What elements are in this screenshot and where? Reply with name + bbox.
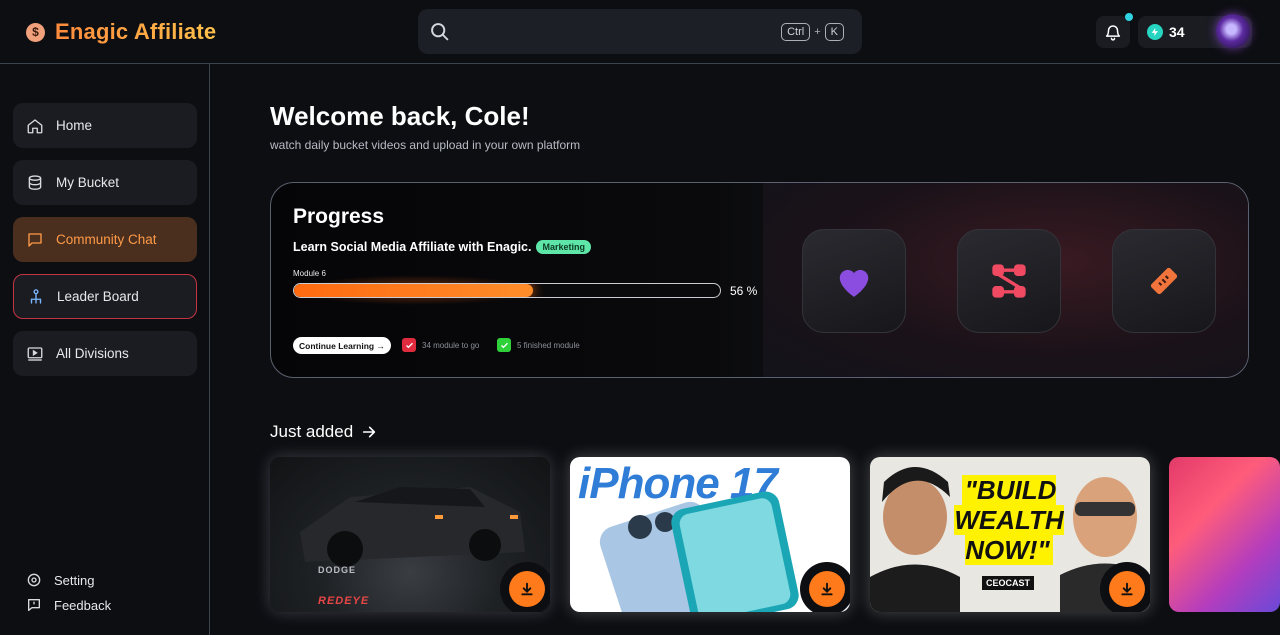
notifications-button[interactable] bbox=[1096, 13, 1133, 48]
nodes-icon bbox=[992, 264, 1026, 298]
to-go-label: 34 module to go bbox=[422, 340, 480, 350]
course-name: Learn Social Media Affiliate with Enagic… bbox=[293, 240, 532, 254]
finished-modules: 5 finished module bbox=[497, 338, 580, 352]
welcome-subtitle: watch daily bucket videos and upload in … bbox=[270, 138, 581, 152]
search-icon bbox=[431, 23, 449, 41]
sidebar-item-label: Feedback bbox=[54, 597, 112, 613]
continue-learning-button[interactable]: Continue Learning → bbox=[293, 337, 391, 354]
brand[interactable]: $ Enagic Affiliate bbox=[26, 19, 216, 45]
video-card-abstract[interactable] bbox=[1169, 457, 1280, 612]
sidebar: Home My Bucket Community Chat Leader Boa… bbox=[0, 64, 210, 635]
download-button[interactable] bbox=[1109, 571, 1145, 607]
sidebar-item-feedback[interactable]: Feedback bbox=[26, 597, 111, 613]
notification-dot bbox=[1125, 13, 1133, 21]
download-icon bbox=[521, 582, 533, 596]
search-shortcut: Ctrl + K bbox=[781, 23, 844, 41]
check-icon bbox=[402, 338, 416, 352]
nodes-tile bbox=[957, 229, 1061, 333]
heart-tile bbox=[802, 229, 906, 333]
video-caption: "BUILD WEALTH NOW!" bbox=[954, 475, 1064, 565]
home-icon bbox=[27, 118, 43, 133]
sidebar-item-label: All Divisions bbox=[56, 346, 129, 361]
shortcut-ctrl: Ctrl bbox=[781, 23, 811, 41]
download-button-wrap bbox=[500, 562, 550, 612]
video-caption-text: "BUILD WEALTH NOW!" bbox=[954, 475, 1064, 565]
course-tag: Marketing bbox=[536, 240, 591, 254]
sidebar-item-label: Leader Board bbox=[57, 289, 139, 304]
modules-to-go: 34 module to go bbox=[402, 338, 479, 352]
settings-icon bbox=[27, 573, 41, 587]
download-button[interactable] bbox=[809, 571, 845, 607]
progress-bar bbox=[293, 283, 721, 298]
download-button-wrap bbox=[800, 562, 850, 612]
search-input[interactable] bbox=[462, 17, 762, 45]
download-button[interactable] bbox=[509, 571, 545, 607]
video-icon bbox=[27, 346, 43, 361]
brand-name: Enagic Affiliate bbox=[55, 19, 217, 44]
leaderboard-icon bbox=[30, 288, 42, 304]
feedback-icon bbox=[28, 599, 40, 611]
lightning-icon bbox=[1147, 24, 1163, 40]
video-card-iphone[interactable]: iPhone 17 bbox=[570, 457, 850, 612]
video-card-dodge[interactable]: DODGE REDEYE bbox=[270, 457, 550, 612]
sidebar-item-leader-board[interactable]: Leader Board bbox=[13, 274, 197, 319]
sidebar-item-setting[interactable]: Setting bbox=[26, 572, 94, 588]
sidebar-item-home[interactable]: Home bbox=[13, 103, 197, 148]
download-icon bbox=[1121, 582, 1133, 596]
video-caption: DODGE bbox=[318, 565, 357, 575]
download-icon bbox=[821, 582, 833, 596]
progress-illustration bbox=[763, 183, 1248, 377]
bell-icon bbox=[1105, 25, 1121, 41]
heart-icon bbox=[839, 269, 869, 297]
video-caption: REDEYE bbox=[318, 595, 370, 607]
video-card-build-wealth[interactable]: "BUILD WEALTH NOW!" CEOCAST bbox=[870, 457, 1150, 612]
just-added-title: Just added bbox=[270, 422, 354, 441]
sidebar-item-label: My Bucket bbox=[56, 175, 120, 190]
dollar-icon: $ bbox=[26, 22, 45, 42]
search-bar[interactable]: Ctrl + K bbox=[418, 9, 862, 54]
welcome-heading: Welcome back, Cole! bbox=[270, 101, 530, 131]
sidebar-item-label: Community Chat bbox=[56, 232, 157, 247]
sidebar-item-my-bucket[interactable]: My Bucket bbox=[13, 160, 197, 205]
database-icon bbox=[28, 174, 42, 190]
top-bar: $ Enagic Affiliate Ctrl + K 34 bbox=[0, 0, 1280, 64]
shortcut-key: K bbox=[824, 23, 844, 41]
progress-card: Progress Learn Social Media Affiliate wi… bbox=[270, 182, 1249, 378]
points-value: 34 bbox=[1169, 24, 1185, 40]
sidebar-item-community-chat[interactable]: Community Chat bbox=[13, 217, 197, 262]
ruler-icon bbox=[1150, 267, 1178, 295]
arrow-right-icon bbox=[363, 426, 376, 438]
chat-icon bbox=[28, 232, 42, 247]
progress-percent: 56 % bbox=[730, 284, 758, 298]
check-icon bbox=[497, 338, 511, 352]
sidebar-item-label: Home bbox=[56, 118, 93, 133]
ruler-tile bbox=[1112, 229, 1216, 333]
progress-bar-fill bbox=[294, 284, 533, 297]
download-button-wrap bbox=[1100, 562, 1150, 612]
sidebar-item-label: Setting bbox=[54, 572, 95, 588]
video-caption: CEOCAST bbox=[982, 576, 1035, 590]
finished-label: 5 finished module bbox=[517, 340, 580, 350]
avatar[interactable] bbox=[1216, 14, 1250, 48]
progress-title: Progress bbox=[293, 205, 385, 228]
sidebar-item-all-divisions[interactable]: All Divisions bbox=[13, 331, 197, 376]
just-added-heading[interactable]: Just added bbox=[270, 422, 377, 442]
course-line: Learn Social Media Affiliate with Enagic… bbox=[293, 240, 591, 254]
shortcut-plus: + bbox=[814, 26, 821, 38]
